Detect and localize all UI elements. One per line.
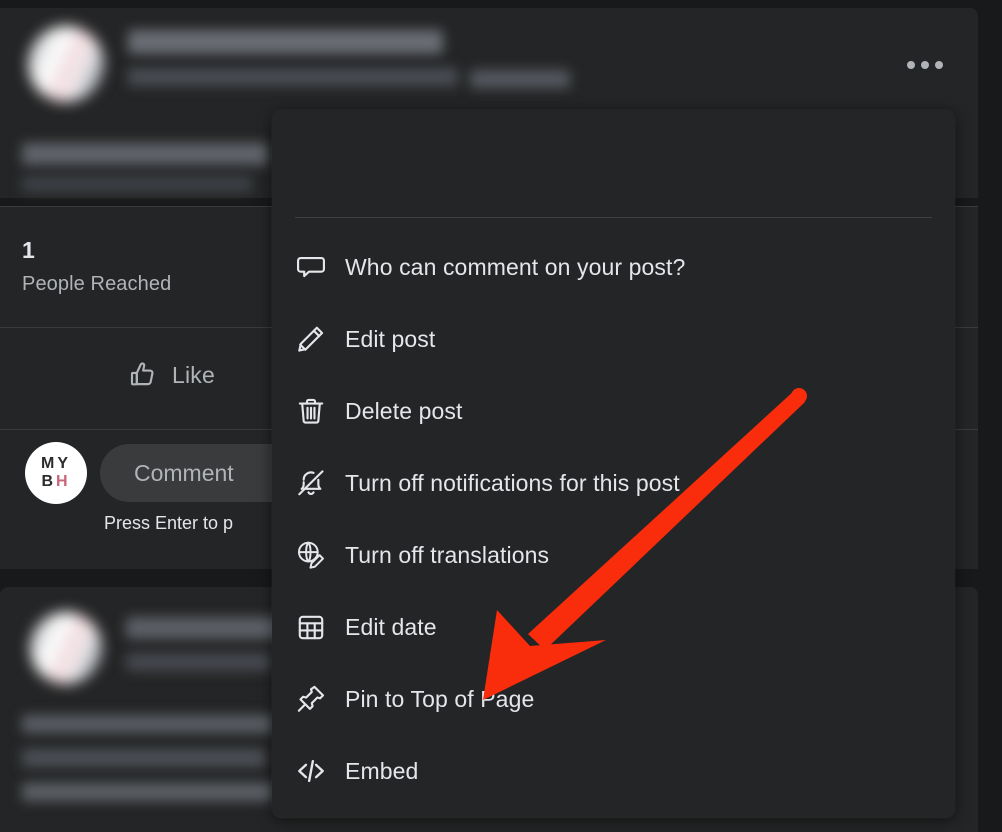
press-enter-hint: Press Enter to p bbox=[104, 513, 234, 533]
post-options-menu: Who can comment on your post? Edit post bbox=[272, 110, 955, 818]
menu-item-who-can-comment[interactable]: Who can comment on your post? bbox=[272, 231, 955, 303]
next-post-text-1-masked bbox=[22, 715, 274, 733]
menu-items-list: Who can comment on your post? Edit post bbox=[272, 231, 955, 807]
menu-item-turn-off-notifications[interactable]: Turn off notifications for this post bbox=[272, 447, 955, 519]
post-meta-masked bbox=[128, 68, 458, 86]
next-post-avatar-masked bbox=[30, 612, 102, 684]
next-post-text-3-masked bbox=[22, 783, 274, 801]
menu-divider bbox=[295, 217, 932, 218]
avatar: MY BH bbox=[25, 442, 87, 504]
calendar-icon bbox=[295, 611, 341, 643]
like-button[interactable]: Like bbox=[118, 354, 225, 396]
bell-slash-icon bbox=[295, 467, 341, 499]
reach-label: People Reached bbox=[22, 273, 172, 295]
avatar-initials-top: MY bbox=[41, 455, 71, 472]
pin-icon bbox=[295, 683, 341, 715]
menu-item-label: Edit post bbox=[345, 325, 436, 352]
screen-root: 1 People Reached Like MY BH Comment Pres… bbox=[0, 0, 1002, 832]
thumbs-up-icon bbox=[128, 360, 158, 390]
reach-count: 1 bbox=[22, 237, 35, 263]
code-brackets-icon bbox=[295, 755, 341, 787]
menu-item-label: Turn off notifications for this post bbox=[345, 469, 680, 496]
menu-item-label: Turn off translations bbox=[345, 541, 550, 568]
menu-item-edit-post[interactable]: Edit post bbox=[272, 303, 955, 375]
menu-item-label: Who can comment on your post? bbox=[345, 253, 686, 280]
post-author-name-masked bbox=[128, 30, 443, 54]
menu-item-pin-to-top[interactable]: Pin to Top of Page bbox=[272, 663, 955, 735]
dot-3-icon bbox=[935, 61, 943, 69]
post-text-line-4-masked bbox=[22, 176, 252, 192]
next-post-name-masked bbox=[126, 617, 296, 639]
post-text-line-1-masked bbox=[22, 143, 268, 165]
post-more-options-button[interactable] bbox=[903, 43, 947, 87]
menu-item-label: Edit date bbox=[345, 613, 437, 640]
menu-item-label: Embed bbox=[345, 757, 419, 784]
menu-item-label: Delete post bbox=[345, 397, 463, 424]
menu-item-label: Pin to Top of Page bbox=[345, 685, 535, 712]
next-post-meta-masked bbox=[126, 653, 272, 671]
menu-item-edit-date[interactable]: Edit date bbox=[272, 591, 955, 663]
dot-2-icon bbox=[921, 61, 929, 69]
dot-1-icon bbox=[907, 61, 915, 69]
menu-item-delete-post[interactable]: Delete post bbox=[272, 375, 955, 447]
avatar-initials-bottom: BH bbox=[41, 474, 70, 490]
post-meta-secondary-masked bbox=[470, 70, 570, 88]
like-label: Like bbox=[172, 361, 215, 388]
globe-pencil-icon bbox=[295, 539, 341, 571]
trash-icon bbox=[295, 395, 341, 427]
avatar-initial-b: B bbox=[41, 473, 56, 490]
pencil-icon bbox=[295, 323, 341, 355]
comment-bubble-icon bbox=[295, 251, 341, 283]
menu-item-turn-off-translations[interactable]: Turn off translations bbox=[272, 519, 955, 591]
post-author-avatar-masked bbox=[28, 26, 104, 102]
next-post-text-2-masked bbox=[22, 749, 266, 767]
comment-placeholder: Comment bbox=[134, 459, 234, 486]
avatar-initial-h: H bbox=[56, 473, 71, 490]
menu-item-embed[interactable]: Embed bbox=[272, 735, 955, 807]
